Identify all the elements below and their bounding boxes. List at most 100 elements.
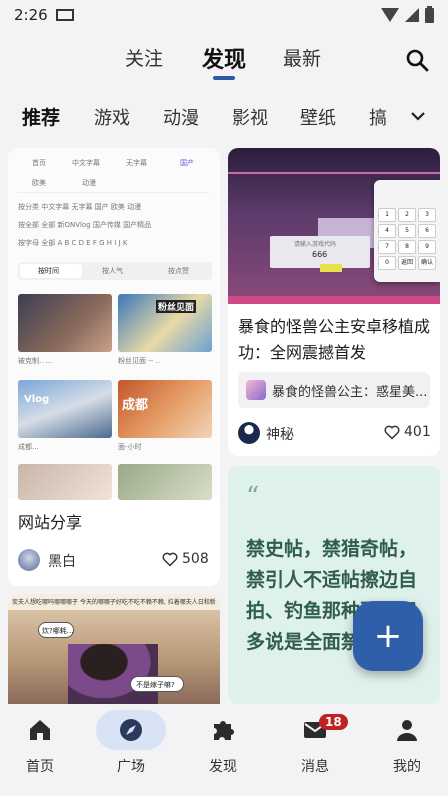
filter-row: 按字母 全部 A B C D E F G H I J K xyxy=(18,239,128,247)
keypad-key: 0 xyxy=(378,256,396,270)
avatar[interactable] xyxy=(18,549,40,571)
top-tabs: 关注 发现 最新 xyxy=(0,38,448,80)
thumbnail-image xyxy=(18,380,112,438)
dialog-code: 666 xyxy=(312,250,328,259)
avatar[interactable] xyxy=(238,422,260,444)
thumbnail-label: Vlog xyxy=(24,394,50,405)
compass-icon xyxy=(120,719,142,741)
topic-icon xyxy=(246,380,266,400)
keypad-key: 返回 xyxy=(398,256,416,270)
category-more-partial[interactable]: 搞 xyxy=(369,104,387,130)
mini-tab: 首页 xyxy=(32,159,46,167)
category-wallpaper[interactable]: 壁纸 xyxy=(300,104,336,130)
nav-me[interactable]: 我的 xyxy=(367,704,447,796)
nav-label: 首页 xyxy=(26,759,54,775)
heart-icon xyxy=(162,552,178,566)
nav-discover[interactable]: 发现 xyxy=(183,704,263,796)
keypad-key: 8 xyxy=(398,240,416,254)
comic-character xyxy=(68,644,158,704)
category-recommend[interactable]: 推荐 xyxy=(22,103,60,130)
search-icon[interactable] xyxy=(405,48,429,72)
post-title: 暴食的怪兽公主安卓移植成功：全网震撼首发 xyxy=(238,317,431,362)
home-icon xyxy=(30,720,50,740)
create-post-button[interactable]: + xyxy=(353,601,423,671)
keypad-key: 确认 xyxy=(418,256,436,270)
speech-bubble-text: 炊?哪耗... xyxy=(42,627,74,635)
website-preview: 首页 中文字幕 无字幕 国产 欧美 动漫 按分类 中文字幕 无字幕 国产 欧美 … xyxy=(8,148,220,500)
keypad-key: 6 xyxy=(418,224,436,238)
thumbnail-label: 成都 xyxy=(122,398,149,413)
mini-tab: 动漫 xyxy=(82,179,96,187)
status-bar: 2:26 xyxy=(0,0,448,30)
nav-label: 发现 xyxy=(209,759,237,775)
quote-mark: “ xyxy=(246,482,260,512)
sort-bar: 按时间 按人气 按点赞 xyxy=(18,262,212,280)
divider xyxy=(18,192,210,193)
category-film[interactable]: 影视 xyxy=(232,104,268,130)
keypad-key: 1 xyxy=(378,208,396,222)
post-card-website-share[interactable]: 首页 中文字幕 无字幕 国产 欧美 动漫 按分类 中文字幕 无字幕 国产 欧美 … xyxy=(8,148,220,586)
mail-notification-icon xyxy=(55,9,74,21)
thumbnail-label: 粉丝见面 xyxy=(156,300,197,313)
thumbnail-image xyxy=(118,464,212,500)
heart-icon xyxy=(384,425,400,439)
like-button[interactable]: 508 xyxy=(162,551,209,567)
keypad-key: 2 xyxy=(398,208,416,222)
like-count: 401 xyxy=(404,424,431,440)
tab-discover[interactable]: 发现 xyxy=(202,42,246,74)
comic-header-text: 炭夫人想吃哪吗哪哪哪子 今天的哪哪子好吃不吃不赖不赖, 拉着哪夫人日和新歌 xyxy=(12,599,216,606)
game-screenshot: 请输入游戏代码 666 1 2 3 4 5 6 7 8 9 0 返回 确认 xyxy=(228,148,440,304)
nav-label: 消息 xyxy=(301,759,329,775)
filter-row: 按全部 全部 新ONVlog 国产传媒 国产精品 xyxy=(18,221,152,229)
plus-icon: + xyxy=(373,616,403,656)
post-title: 网站分享 xyxy=(18,513,83,532)
thumbnail-caption: 被克制.. ... xyxy=(18,357,53,365)
thumbnail-image xyxy=(18,464,112,500)
linked-topic[interactable]: 暴食的怪兽公主：惑星美... xyxy=(238,372,430,408)
tab-latest[interactable]: 最新 xyxy=(283,44,321,71)
divider xyxy=(228,172,440,174)
keypad-key: 3 xyxy=(418,208,436,222)
sort-tab-time: 按时间 xyxy=(38,267,59,275)
nav-messages[interactable]: 18 消息 xyxy=(275,704,355,796)
keypad-grid: 1 2 3 4 5 6 7 8 9 0 返回 确认 xyxy=(378,208,438,270)
post-card-game-port[interactable]: 请输入游戏代码 666 1 2 3 4 5 6 7 8 9 0 返回 确认 暴食的怪兽公主安卓移植成功… xyxy=(228,148,440,456)
thumbnail-caption: 粉丝见面 -- .. xyxy=(118,357,160,365)
status-time: 2:26 xyxy=(14,6,48,24)
active-tab-indicator xyxy=(213,76,235,80)
author-name[interactable]: 黑白 xyxy=(48,551,76,571)
keypad-overlay: 1 2 3 4 5 6 7 8 9 0 返回 确认 xyxy=(374,180,440,282)
divider xyxy=(228,296,440,304)
nav-home[interactable]: 首页 xyxy=(0,704,80,796)
sort-tab-likes: 按点赞 xyxy=(168,267,189,275)
mini-tab: 欧美 xyxy=(32,179,46,187)
mini-tab: 无字幕 xyxy=(126,159,147,167)
like-button[interactable]: 401 xyxy=(384,424,431,440)
nav-square[interactable]: 广场 xyxy=(91,704,171,796)
puzzle-icon xyxy=(214,721,234,740)
like-count: 508 xyxy=(182,551,209,567)
nav-label: 广场 xyxy=(117,759,145,775)
category-tabs: 推荐 游戏 动漫 影视 壁纸 搞 xyxy=(0,96,448,136)
thumbnail-caption: 面-小时 xyxy=(118,443,142,451)
topic-text: 暴食的怪兽公主：惑星美... xyxy=(272,385,428,400)
filter-row: 按分类 中文字幕 无字幕 国产 欧美 动漫 xyxy=(18,203,142,211)
person-icon xyxy=(397,720,417,741)
dialog-prompt: 请输入游戏代码 xyxy=(294,241,337,248)
category-anime[interactable]: 动漫 xyxy=(163,104,199,130)
tab-follow[interactable]: 关注 xyxy=(125,44,163,71)
author-name[interactable]: 神秘 xyxy=(266,424,294,444)
keypad-key: 9 xyxy=(418,240,436,254)
keypad-key: 7 xyxy=(378,240,396,254)
bottom-nav: 首页 广场 发现 18 消息 我的 xyxy=(0,704,448,796)
chevron-down-icon[interactable] xyxy=(408,106,428,126)
category-games[interactable]: 游戏 xyxy=(94,104,130,130)
unread-badge: 18 xyxy=(319,714,348,730)
keypad-key: 4 xyxy=(378,224,396,238)
speech-bubble-text: 不是嫁子嘛? xyxy=(136,681,175,689)
nav-label: 我的 xyxy=(393,759,421,775)
mini-tab: 国产 xyxy=(180,159,194,167)
comic-image: 炭夫人想吃哪吗哪哪哪子 今天的哪哪子好吃不吃不赖不赖, 拉着哪夫人日和新歌 炊?… xyxy=(8,594,220,704)
post-card-comic[interactable]: 炭夫人想吃哪吗哪哪哪子 今天的哪哪子好吃不吃不赖不赖, 拉着哪夫人日和新歌 炊?… xyxy=(8,594,220,704)
thumbnail-image xyxy=(18,294,112,352)
